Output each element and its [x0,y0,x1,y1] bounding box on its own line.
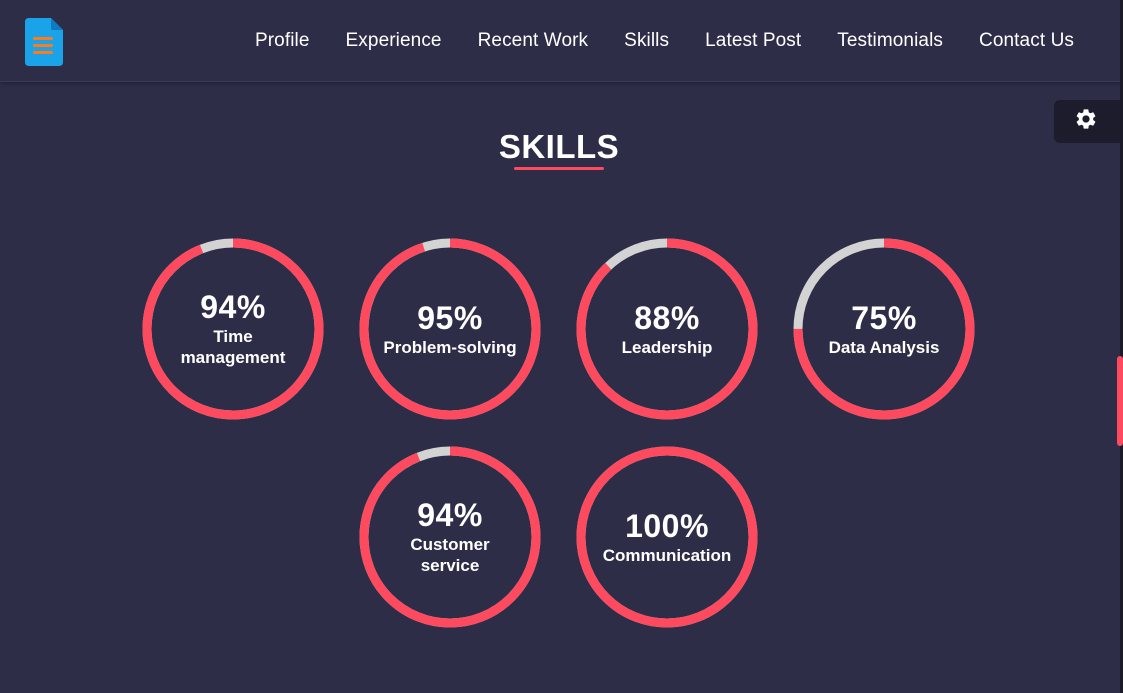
skill-percent: 88% [634,299,700,336]
skill-percent: 94% [200,289,266,325]
skill-label: Data Analysis [828,337,940,357]
scrollbar-thumb[interactable] [1117,356,1123,446]
skill-label: Time management [180,327,286,367]
nav-link-testimonials[interactable]: Testimonials [837,30,943,52]
skill-percent: 100% [625,507,709,544]
nav-link-skills[interactable]: Skills [624,30,669,52]
skill-label: Problem-solving [383,337,517,357]
skill-card-customer-service: 94% Customer service [359,446,541,628]
skill-percent: 95% [417,299,483,336]
skill-card-problem-solving: 95% Problem-solving [359,238,541,420]
nav-link-contact-us[interactable]: Contact Us [979,30,1074,52]
skill-card-time-management: 94% Time management [142,238,324,420]
title-underline [514,167,604,170]
skill-percent: 94% [417,497,483,533]
section-title: SKILLS [498,128,620,165]
skill-label: Customer service [410,535,490,575]
skill-percent: 75% [851,299,917,336]
skill-label: Communication [602,545,732,565]
nav-link-profile[interactable]: Profile [255,30,310,52]
nav-link-experience[interactable]: Experience [346,30,442,52]
main-nav: Profile Experience Recent Work Skills La… [255,0,1074,82]
skill-card-data-analysis: 75% Data Analysis [793,238,975,420]
document-list-icon[interactable] [23,16,65,68]
skill-card-leadership: 88% Leadership [576,238,758,420]
nav-link-latest-post[interactable]: Latest Post [705,30,801,52]
site-header: Profile Experience Recent Work Skills La… [0,0,1123,82]
skill-label: Leadership [621,337,713,357]
nav-link-recent-work[interactable]: Recent Work [478,30,589,52]
skill-card-communication: 100% Communication [576,446,758,628]
page: Profile Experience Recent Work Skills La… [0,0,1123,693]
